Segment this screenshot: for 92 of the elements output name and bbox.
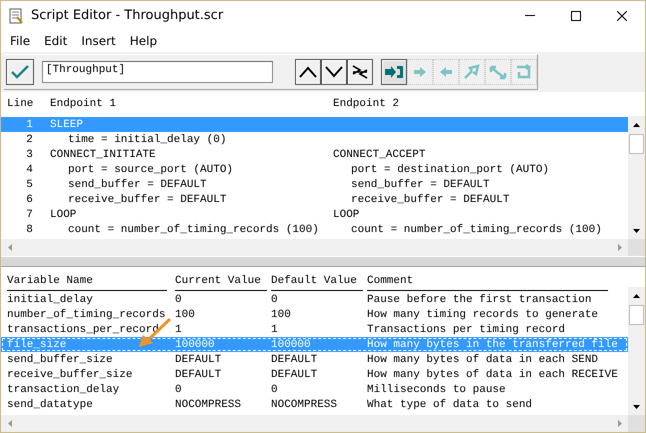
line-number: 4 [25, 164, 34, 176]
script-command: port = destination_port (AUTO) [350, 164, 550, 176]
script-command: receive_buffer = DEFAULT [350, 194, 510, 206]
scroll-thumb[interactable] [629, 305, 644, 325]
menu-item[interactable]: Help [122, 34, 164, 48]
line-number: 2 [25, 134, 34, 146]
menu-item[interactable]: Edit [37, 34, 74, 48]
script-command: SLEEP [50, 118, 84, 130]
script-command: count = number_of_timing_records (100) [67, 224, 320, 236]
line-number: 8 [25, 224, 34, 236]
horizontal-scrollbar[interactable] [1, 415, 645, 432]
variable-comment: How many bytes in the transferred file [367, 338, 619, 350]
script-command: LOOP [50, 208, 78, 220]
right-arrow-icon [414, 67, 426, 77]
variable-name: initial_delay [7, 294, 94, 306]
current-value: 100000 [175, 338, 216, 350]
default-value: 1 [271, 324, 279, 336]
menu-item[interactable]: File [3, 34, 38, 48]
current-value: 0 [175, 294, 183, 306]
window-title: Script Editor - Throughput.scr [31, 8, 224, 23]
loop-icon [515, 64, 533, 80]
script-command: receive_buffer = DEFAULT [67, 194, 228, 206]
vertical-scrollbar[interactable] [628, 116, 645, 239]
column-header: Variable Name [7, 274, 167, 290]
column-header: Endpoint 1 [50, 98, 118, 110]
variable-comment: How many timing records to generate [367, 308, 600, 320]
check-button[interactable] [6, 59, 34, 85]
line-number: 5 [25, 178, 34, 190]
line-number: 7 [25, 208, 34, 220]
app-icon [9, 8, 23, 24]
script-command: port = source_port (AUTO) [67, 164, 234, 176]
column-header: Endpoint 2 [333, 98, 400, 110]
script-command: LOOP [333, 208, 360, 220]
variable-name: file_size [7, 338, 68, 350]
variable-comment: Transactions per timing record [367, 324, 566, 336]
variable-comment: How many bytes of data in each SEND [367, 354, 600, 366]
current-value: DEFAULT [175, 368, 222, 380]
script-command: send_buffer = DEFAULT [350, 178, 491, 190]
line-number: 6 [25, 194, 34, 206]
left-arrow-icon [440, 67, 452, 77]
down-chevron-icon [325, 66, 343, 78]
current-value: DEFAULT [175, 354, 222, 366]
insert-arrow-icon [384, 64, 404, 80]
vertical-scrollbar[interactable] [628, 287, 645, 415]
toolbar-button[interactable] [321, 59, 347, 85]
horizontal-scrollbar[interactable] [1, 239, 645, 256]
script-command: count = number_of_timing_records (100) [350, 224, 603, 236]
column-header: Comment [367, 274, 608, 290]
variable-name: receive_buffer_size [7, 368, 134, 380]
default-value: 0 [271, 294, 279, 306]
default-value: NOCOMPRESS [271, 398, 338, 410]
current-value: NOCOMPRESS [175, 398, 242, 410]
scrollbar-corner [628, 415, 645, 432]
script-command: time = initial_delay (0) [67, 134, 228, 146]
variable-name: send_buffer_size [7, 354, 114, 366]
scrollbar-corner [628, 239, 645, 256]
variable-name: transaction_delay [7, 384, 120, 396]
variable-name: send_datatype [7, 398, 94, 410]
default-value: DEFAULT [271, 354, 318, 366]
script-command: CONNECT_INITIATE [50, 148, 157, 160]
variable-comment: How many bytes of data in each RECEIVE [367, 368, 619, 380]
column-header: Line [6, 98, 34, 110]
current-value: 0 [175, 384, 183, 396]
variable-comment: Pause before the first transaction [367, 294, 592, 306]
line-number: 1 [25, 118, 34, 130]
menu-item[interactable]: Insert [74, 34, 123, 48]
variable-name: transactions_per_record [7, 324, 160, 336]
script-name-field[interactable]: [Throughput] [42, 61, 273, 83]
scroll-thumb[interactable] [629, 134, 644, 154]
toolbar-button[interactable] [381, 59, 407, 85]
default-value: 0 [271, 384, 279, 396]
toolbar-button[interactable] [295, 59, 321, 85]
pane-splitter[interactable] [1, 256, 645, 267]
exchange-arrows-icon [489, 64, 507, 80]
default-value: 100 [271, 308, 292, 320]
variable-comment: What type of data to send [367, 398, 534, 410]
toolbar-button[interactable] [347, 59, 373, 85]
checkmark-icon [10, 65, 29, 79]
variable-comment: Milliseconds to pause [367, 384, 507, 396]
diagonal-arrows-icon [463, 64, 481, 80]
script-command: CONNECT_ACCEPT [333, 148, 426, 160]
current-value: 1 [175, 324, 183, 336]
script-command: send_buffer = DEFAULT [67, 178, 208, 190]
line-number: 3 [25, 148, 34, 160]
variable-name: number_of_timing_records [7, 308, 166, 320]
column-header: Default Value [271, 274, 363, 290]
branch-icon [352, 64, 368, 80]
current-value: 100 [175, 308, 196, 320]
default-value: 100000 [271, 338, 312, 350]
default-value: DEFAULT [271, 368, 318, 380]
column-header: Current Value [175, 274, 267, 290]
up-chevron-icon [299, 66, 317, 78]
